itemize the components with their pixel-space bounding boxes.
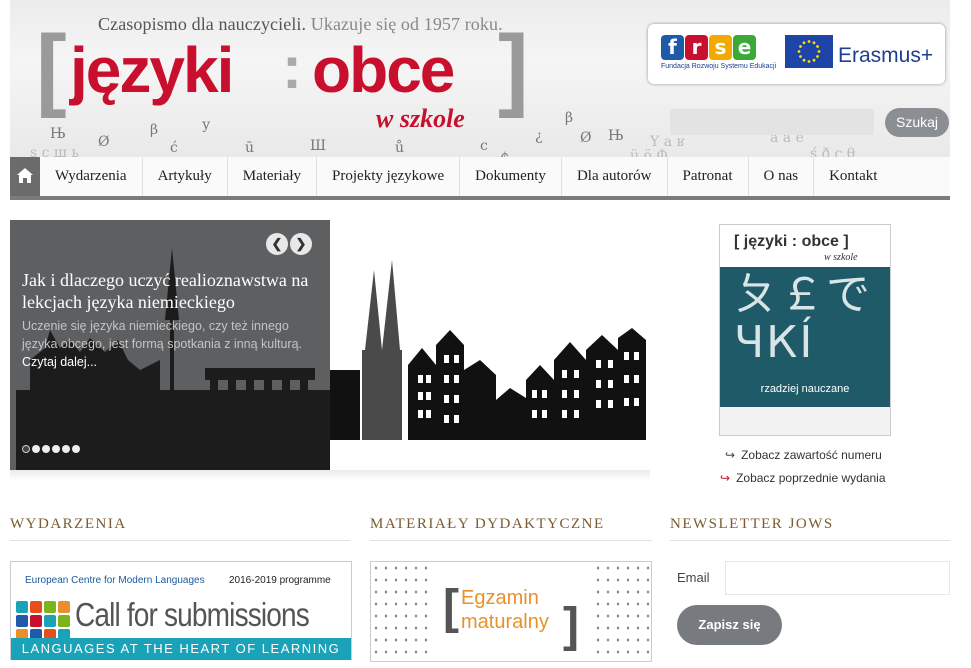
- events-divider: [10, 540, 350, 541]
- current-issue-cover[interactable]: [ języki : obce ] w szkole ㄆ￡で ЧКÍ rzadz…: [719, 224, 891, 436]
- nav-item-dokumenty[interactable]: Dokumenty: [460, 157, 562, 196]
- slider-dot[interactable]: [52, 445, 60, 453]
- cover-logo-sub: w szkole: [824, 252, 858, 263]
- cover-big-text: ㄆ￡で ЧКÍ: [734, 271, 872, 367]
- tagline: Czasopismo dla nauczycieli. Ukazuje się …: [98, 14, 503, 35]
- eu-flag-icon: [785, 35, 833, 68]
- logo-word-obce: obce: [312, 34, 455, 106]
- subscribe-button[interactable]: Zapisz się: [677, 605, 782, 645]
- cover-big-line1: ㄆ￡で: [734, 269, 872, 320]
- egzamin-line1: Egzamin: [461, 587, 539, 609]
- slider-next-button[interactable]: ❯: [290, 233, 312, 255]
- logo-bracket-right: ]: [498, 17, 529, 119]
- newsletter-divider: [670, 540, 950, 541]
- dots-pattern-left: [371, 562, 431, 661]
- materials-section-title: MATERIAŁY DYDAKTYCZNE: [370, 516, 605, 532]
- slider-dot[interactable]: [62, 445, 70, 453]
- previous-issues-link[interactable]: ↪ Zobacz poprzednie wydania: [720, 471, 886, 485]
- frse-letter-e: e: [733, 35, 756, 60]
- previous-issues-label: Zobacz poprzednie wydania: [736, 471, 886, 485]
- cover-caption: rzadziej nauczane: [760, 383, 850, 395]
- ecml-band: LANGUAGES AT THE HEART OF LEARNING: [11, 638, 351, 660]
- nav-items: Wydarzenia Artykuły Materiały Projekty j…: [40, 157, 892, 196]
- featured-slider[interactable]: Jak i dlaczego uczyć realioznawstwa na l…: [10, 220, 650, 480]
- nav-item-projekty[interactable]: Projekty językowe: [317, 157, 461, 196]
- ecml-headline: Call for submissions: [75, 596, 310, 633]
- cover-logo-text: [ języki : obce ]: [734, 233, 849, 250]
- frse-logo[interactable]: frse: [661, 35, 757, 60]
- frse-letter-s: s: [709, 35, 732, 60]
- ecml-org: European Centre for Modern Languages: [25, 575, 205, 586]
- slider-arrows: ❮ ❯: [266, 233, 314, 255]
- slider-pagination: [22, 445, 82, 453]
- slider-shadow: [10, 470, 650, 480]
- tagline-sub: Ukazuje się od 1957 roku.: [310, 14, 503, 34]
- cover-artwork: ㄆ￡で ЧКÍ rzadziej nauczane: [720, 267, 890, 407]
- ecml-banner[interactable]: European Centre for Modern Languages 201…: [10, 561, 352, 660]
- nav-item-o-nas[interactable]: O nas: [749, 157, 815, 196]
- email-label: Email: [677, 570, 710, 585]
- slider-dot[interactable]: [42, 445, 50, 453]
- egzamin-line2: maturalny: [461, 611, 549, 633]
- home-icon: [17, 168, 33, 183]
- materials-divider: [370, 540, 652, 541]
- slider-dot[interactable]: [22, 445, 30, 453]
- cover-header: [ języki : obce ] w szkole: [720, 225, 890, 267]
- cover-logo: [ języki : obce ] w szkole: [734, 233, 858, 263]
- egzamin-bracket-left: [: [443, 581, 459, 634]
- site-header: Czasopismo dla nauczycieli. Ukazuje się …: [10, 0, 950, 157]
- search-button[interactable]: Szukaj: [885, 108, 949, 137]
- search-input[interactable]: [670, 109, 874, 135]
- nav-item-artykuly[interactable]: Artykuły: [143, 157, 228, 196]
- issue-contents-link[interactable]: ↪ Zobacz zawartość numeru: [725, 448, 882, 462]
- nav-item-materialy[interactable]: Materiały: [228, 157, 318, 196]
- slide-description: Uczenie się języka niemieckiego, czy też…: [22, 317, 322, 371]
- logo-sub: w szkole: [376, 104, 465, 133]
- erasmus-logo-text: Erasmus+: [838, 44, 934, 67]
- frse-letter-r: r: [685, 35, 708, 60]
- email-field[interactable]: [725, 561, 950, 595]
- partner-logos[interactable]: frse Fundacja Rozwoju Systemu Edukacji E…: [648, 24, 945, 84]
- logo-word-jezyki: języki: [70, 34, 234, 106]
- slide-title[interactable]: Jak i dlaczego uczyć realioznawstwa na l…: [22, 269, 322, 313]
- cover-footer: [720, 407, 890, 435]
- ecml-years: 2016-2019 programme: [229, 575, 331, 586]
- frse-caption: Fundacja Rozwoju Systemu Edukacji: [661, 63, 777, 70]
- egzamin-banner[interactable]: [ Egzamin maturalny ]: [370, 561, 652, 662]
- events-section-title: WYDARZENIA: [10, 516, 127, 532]
- arrow-right-icon: ↪: [725, 448, 736, 462]
- issue-contents-label: Zobacz zawartość numeru: [741, 448, 882, 462]
- slider-dot[interactable]: [72, 445, 80, 453]
- egzamin-text: Egzamin maturalny: [461, 586, 549, 634]
- egzamin-bracket-right: ]: [563, 599, 579, 652]
- nav-item-kontakt[interactable]: Kontakt: [814, 157, 892, 196]
- ecml-icons: [15, 600, 73, 642]
- slider-prev-button[interactable]: ❮: [266, 233, 288, 255]
- slide-description-text: Uczenie się języka niemieckiego, czy też…: [22, 319, 303, 351]
- nav-item-wydarzenia[interactable]: Wydarzenia: [40, 157, 143, 196]
- tagline-main: Czasopismo dla nauczycieli.: [98, 14, 307, 34]
- logo-bracket-left: [: [36, 17, 67, 119]
- newsletter-section-title: NEWSLETTER JOWS: [670, 516, 834, 532]
- nav-item-patronat[interactable]: Patronat: [668, 157, 749, 196]
- slider-dot[interactable]: [32, 445, 40, 453]
- home-button[interactable]: [10, 157, 40, 196]
- dots-pattern-right: [593, 562, 651, 661]
- main-nav: Wydarzenia Artykuły Materiały Projekty j…: [10, 157, 950, 200]
- cover-big-line2: ЧКÍ: [734, 317, 815, 368]
- logo-colon: :: [282, 34, 302, 101]
- read-more-link[interactable]: Czytaj dalej...: [22, 355, 97, 369]
- arrow-right-icon: ↪: [720, 471, 731, 485]
- nav-item-dla-autorow[interactable]: Dla autorów: [562, 157, 668, 196]
- frse-letter-f: f: [661, 35, 684, 60]
